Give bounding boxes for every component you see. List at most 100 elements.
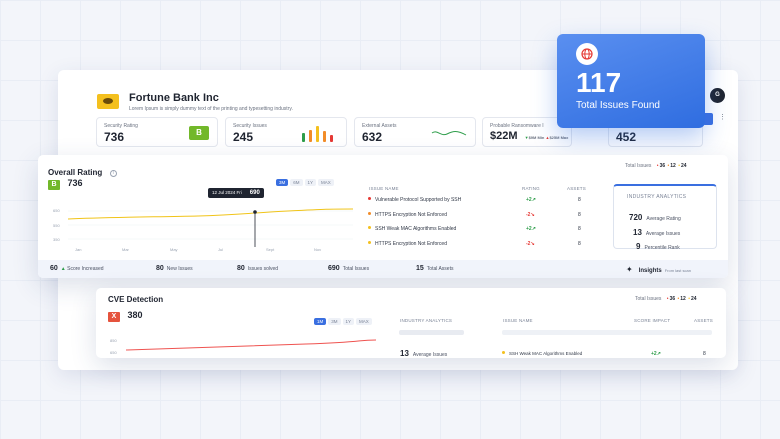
- security-rating-value: 736: [104, 130, 125, 144]
- security-issues-label: Security Issues: [233, 123, 267, 129]
- row-assets: 8: [578, 226, 581, 232]
- cve-grade: X: [108, 312, 120, 322]
- overall-range-tabs: 3M 6M 1Y MAX: [276, 179, 334, 186]
- cve-row-impact: +2↗: [651, 351, 661, 357]
- industry-analytics-box: INDUSTRY ANALYTICS 720 Average Rating 13 A…: [613, 184, 717, 251]
- overall-grade: B: [48, 180, 60, 190]
- row-rating: -2↘: [526, 212, 535, 218]
- tab-1y[interactable]: 1Y: [342, 318, 355, 325]
- external-assets-label: External Assets: [362, 123, 397, 129]
- footer-total-assets: 15 Total Assets: [416, 265, 454, 272]
- trend-up-icon: ↗: [656, 351, 661, 357]
- tab-1y[interactable]: 1Y: [304, 179, 317, 186]
- total-issues-card[interactable]: 117 Total Issues Found: [557, 34, 705, 128]
- tab-max[interactable]: MAX: [318, 179, 334, 186]
- trend-up-icon: ↗: [531, 226, 536, 232]
- security-issues-value: 245: [233, 130, 254, 144]
- overall-footer: [38, 260, 728, 278]
- overall-rating-panel: Overall Rating i B 736 Total Issues •36 …: [38, 155, 728, 278]
- col-rating: Rating: [522, 186, 540, 191]
- x-label-may: May: [170, 247, 178, 252]
- table-row[interactable]: SSH Weak MAC Algorithms Enabled: [368, 226, 456, 232]
- cve-panel: CVE Detection X 380 Total Issues •36 •12…: [96, 288, 726, 358]
- cve-range-tabs: 1M 3M 1Y MAX: [314, 318, 372, 325]
- security-rating-grade: B: [189, 126, 209, 140]
- trend-down-icon: ↘: [530, 212, 535, 218]
- y-label-350: 350: [53, 237, 60, 242]
- overall-line-chart: [68, 208, 353, 247]
- overall-score-row: B 736: [48, 173, 82, 191]
- row-assets: 8: [578, 212, 581, 218]
- tab-3m[interactable]: 3M: [276, 179, 289, 186]
- cve-col-impact: SCORE IMPACT: [634, 318, 671, 323]
- footer-total-issues: 690 Total Issues: [328, 265, 370, 272]
- x-label-jan: Jan: [75, 247, 82, 252]
- cve-title: CVE Detection: [108, 295, 164, 304]
- external-assets-card[interactable]: External Assets 632: [354, 117, 476, 147]
- cve-col-issue: ISSUE NAME: [503, 318, 533, 323]
- issues-solved: 80 Issues solved: [237, 265, 279, 272]
- table-row[interactable]: HTTPS Encryption Not Enforced: [368, 241, 447, 247]
- cve-score: 380: [127, 310, 143, 320]
- severity-dot: [368, 226, 371, 229]
- score-increased: 60 ▲ Score Increased: [50, 265, 104, 272]
- total-issues-value: 117: [576, 67, 622, 98]
- cve-placeholder-row: [502, 330, 712, 335]
- sparkle-icon: ✦: [626, 265, 633, 274]
- y-label-550: 550: [53, 223, 60, 228]
- row-rating: -2↘: [526, 241, 535, 247]
- chart-tooltip: 12 Jul 2024 Fri 690: [208, 188, 264, 198]
- more-options-icon[interactable]: ⋮: [719, 113, 726, 121]
- trend-up-icon: ↗: [531, 197, 536, 203]
- tab-3m[interactable]: 3M: [328, 318, 341, 325]
- trend-up-icon: ▲: [60, 266, 66, 272]
- cve-row-assets: 8: [703, 351, 706, 357]
- cve-y-label-650: 650: [110, 350, 117, 355]
- cve-y-label-850: 850: [110, 338, 117, 343]
- new-issues: 80 New Issues: [156, 265, 193, 272]
- company-description: Lorem Ipsum is simply dummy text of the …: [129, 106, 293, 112]
- placeholder-bar: [399, 330, 464, 335]
- extra-stat-value: 452: [616, 130, 637, 144]
- security-rating-card[interactable]: Security Rating 736 B: [96, 117, 218, 147]
- col-assets: Assets: [567, 186, 586, 191]
- row-assets: 8: [578, 241, 581, 247]
- security-issues-card[interactable]: Security Issues 245: [225, 117, 347, 147]
- assets-sparkline: [431, 131, 467, 136]
- row-assets: 8: [578, 197, 581, 203]
- severity-dot: [502, 351, 505, 354]
- globe-icon: [576, 43, 598, 65]
- severity-dot: [368, 197, 371, 200]
- table-row[interactable]: Vulnerable Protocol Supported by SSH: [368, 197, 461, 203]
- col-issue-name: Issue Name: [369, 186, 399, 191]
- overall-score: 736: [67, 178, 83, 188]
- x-label-nov: Nov: [314, 247, 322, 252]
- cve-industry-title: INDUSTRY ANALYTICS: [400, 318, 453, 323]
- info-icon[interactable]: i: [109, 170, 117, 177]
- row-rating: +2↗: [526, 197, 536, 203]
- cve-total-issues: Total Issues •36 •12 •24: [635, 296, 697, 302]
- issues-bars-icon: [302, 126, 336, 142]
- x-label-sept: Sept: [266, 247, 275, 252]
- tab-1m[interactable]: 1M: [314, 318, 327, 325]
- cve-line-chart: [126, 339, 376, 351]
- tab-6m[interactable]: 6M: [290, 179, 303, 186]
- table-row[interactable]: HTTPS Encryption Not Enforced: [368, 212, 447, 218]
- x-label-mar: Mar: [122, 247, 129, 252]
- security-rating-label: Security Rating: [104, 123, 138, 129]
- external-assets-value: 632: [362, 130, 383, 144]
- company-name: Fortune Bank Inc: [129, 92, 219, 104]
- cve-col-assets: ASSETS: [694, 318, 713, 323]
- cve-avg-issues: 13 Average Issues: [400, 349, 448, 358]
- tab-max[interactable]: MAX: [356, 318, 372, 325]
- cve-score-row: X 380: [108, 305, 142, 323]
- trend-down-icon: ↘: [530, 241, 535, 247]
- industry-percentile: 9 Percentile Rank: [636, 242, 680, 251]
- total-issues-label: Total Issues Found: [576, 100, 660, 111]
- avatar[interactable]: G: [710, 88, 725, 103]
- table-row[interactable]: SSH Weak MAC Algorithms Enabled: [502, 351, 582, 356]
- row-rating: +2↗: [526, 226, 536, 232]
- industry-analytics-title: INDUSTRY ANALYTICS: [627, 194, 687, 200]
- overall-total-issues: Total Issues •36 •12 •24: [625, 163, 687, 169]
- insights-button[interactable]: ✦ Insights From last scan: [626, 265, 691, 274]
